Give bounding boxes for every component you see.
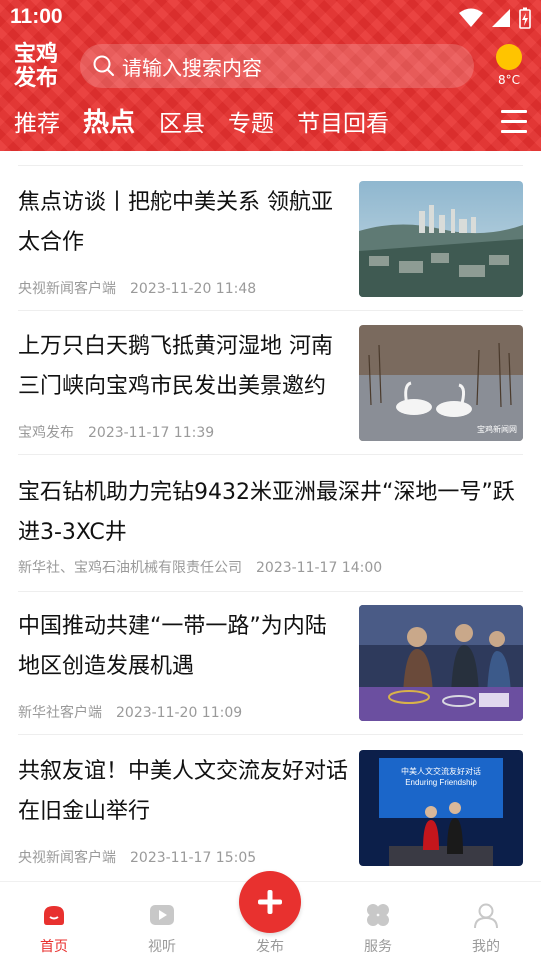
news-feed: 焦点访谈丨把舵中美关系 领航亚太合作 央视新闻客户端 2023-11-20 11:… bbox=[0, 151, 541, 881]
news-source: 新华社、宝鸡石油机械有限责任公司 bbox=[18, 560, 242, 576]
news-source: 央视新闻客户端 bbox=[18, 281, 116, 297]
wifi-icon bbox=[459, 8, 483, 27]
tab-topics[interactable]: 专题 bbox=[228, 104, 274, 138]
news-title: 共叙友谊！中美人文交流友好对话在旧金山举行 bbox=[18, 759, 349, 824]
search-icon bbox=[93, 55, 114, 76]
tab-replay[interactable]: 节目回看 bbox=[297, 104, 389, 138]
nav-video[interactable]: 视听 bbox=[132, 902, 192, 956]
search-placeholder: 请输入搜索内容 bbox=[122, 55, 262, 80]
play-icon bbox=[150, 905, 174, 925]
app-logo[interactable]: 宝鸡 发布 bbox=[14, 42, 64, 90]
news-meta: 新华社、宝鸡石油机械有限责任公司 2023-11-17 14:00 bbox=[18, 557, 382, 577]
news-meta: 新华社客户端 2023-11-20 11:09 bbox=[18, 702, 242, 722]
news-thumbnail bbox=[359, 605, 523, 721]
status-time: 11:00 bbox=[10, 5, 63, 28]
user-icon bbox=[474, 903, 498, 929]
screen-title: 中美人文交流友好对话 bbox=[401, 767, 481, 776]
status-bar: 11:00 bbox=[0, 0, 541, 36]
news-date: 2023-11-17 15:05 bbox=[130, 850, 257, 866]
tab-recommend[interactable]: 推荐 bbox=[14, 104, 60, 138]
nav-home[interactable]: 首页 bbox=[24, 902, 84, 956]
news-source: 宝鸡发布 bbox=[18, 425, 74, 441]
status-icons bbox=[459, 7, 531, 29]
divider bbox=[18, 310, 523, 311]
news-meta: 宝鸡发布 2023-11-17 11:39 bbox=[18, 422, 214, 442]
logo-line2: 发布 bbox=[14, 65, 59, 91]
signal-icon bbox=[492, 9, 510, 27]
logo-line1: 宝鸡 bbox=[14, 41, 59, 67]
thumbnail-watermark: 宝鸡新闻网 bbox=[477, 425, 517, 434]
news-title: 上万只白天鹅飞抵黄河湿地 河南三门峡向宝鸡市民发出美景邀约 bbox=[18, 334, 333, 399]
divider bbox=[18, 591, 523, 592]
news-title: 宝石钻机助力完钻9432米亚洲最深井“深地一号”跃进3-3XC井 bbox=[18, 480, 515, 545]
weather-temperature: 8°C bbox=[497, 73, 520, 87]
news-source: 新华社客户端 bbox=[18, 705, 102, 721]
divider bbox=[18, 734, 523, 735]
menu-icon[interactable] bbox=[501, 110, 527, 134]
services-icon bbox=[367, 904, 389, 926]
plus-icon bbox=[258, 890, 282, 914]
category-tabs: 推荐 热点 区县 专题 节目回看 bbox=[0, 104, 541, 144]
nav-profile[interactable]: 我的 bbox=[456, 902, 516, 956]
news-meta: 央视新闻客户端 2023-11-20 11:48 bbox=[18, 278, 256, 298]
screen-subtitle: Enduring Friendship bbox=[405, 778, 477, 787]
news-date: 2023-11-17 11:39 bbox=[88, 425, 215, 441]
nav-services[interactable]: 服务 bbox=[348, 902, 408, 956]
news-title: 焦点访谈丨把舵中美关系 领航亚太合作 bbox=[18, 190, 333, 255]
app-header: 11:00 宝鸡 发布 请输入搜索内容 8°C 推荐 热点 区县 专题 节目回看 bbox=[0, 0, 541, 151]
publish-button[interactable] bbox=[239, 871, 301, 933]
news-date: 2023-11-17 14:00 bbox=[256, 560, 383, 576]
search-bar[interactable]: 请输入搜索内容 bbox=[80, 44, 474, 88]
tab-districts[interactable]: 区县 bbox=[159, 104, 205, 138]
nav-home-label: 首页 bbox=[40, 939, 68, 955]
tab-hot[interactable]: 热点 bbox=[83, 102, 135, 139]
nav-profile-label: 我的 bbox=[472, 939, 500, 955]
news-meta: 央视新闻客户端 2023-11-17 15:05 bbox=[18, 847, 256, 867]
divider bbox=[18, 165, 523, 166]
nav-services-label: 服务 bbox=[364, 939, 392, 955]
battery-icon bbox=[519, 7, 531, 29]
weather-widget[interactable]: 8°C bbox=[494, 44, 524, 87]
news-thumbnail bbox=[359, 181, 523, 297]
sun-icon bbox=[496, 44, 522, 70]
home-icon bbox=[44, 906, 64, 925]
nav-video-label: 视听 bbox=[148, 939, 176, 955]
publish-label: 发布 bbox=[256, 939, 284, 955]
news-title: 中国推动共建“一带一路”为内陆地区创造发展机遇 bbox=[18, 614, 327, 679]
news-date: 2023-11-20 11:09 bbox=[116, 705, 243, 721]
divider bbox=[18, 454, 523, 455]
news-source: 央视新闻客户端 bbox=[18, 850, 116, 866]
news-thumbnail: 中美人文交流友好对话 Enduring Friendship bbox=[359, 750, 523, 866]
news-date: 2023-11-20 11:48 bbox=[130, 281, 257, 297]
news-thumbnail: 宝鸡新闻网 bbox=[359, 325, 523, 441]
